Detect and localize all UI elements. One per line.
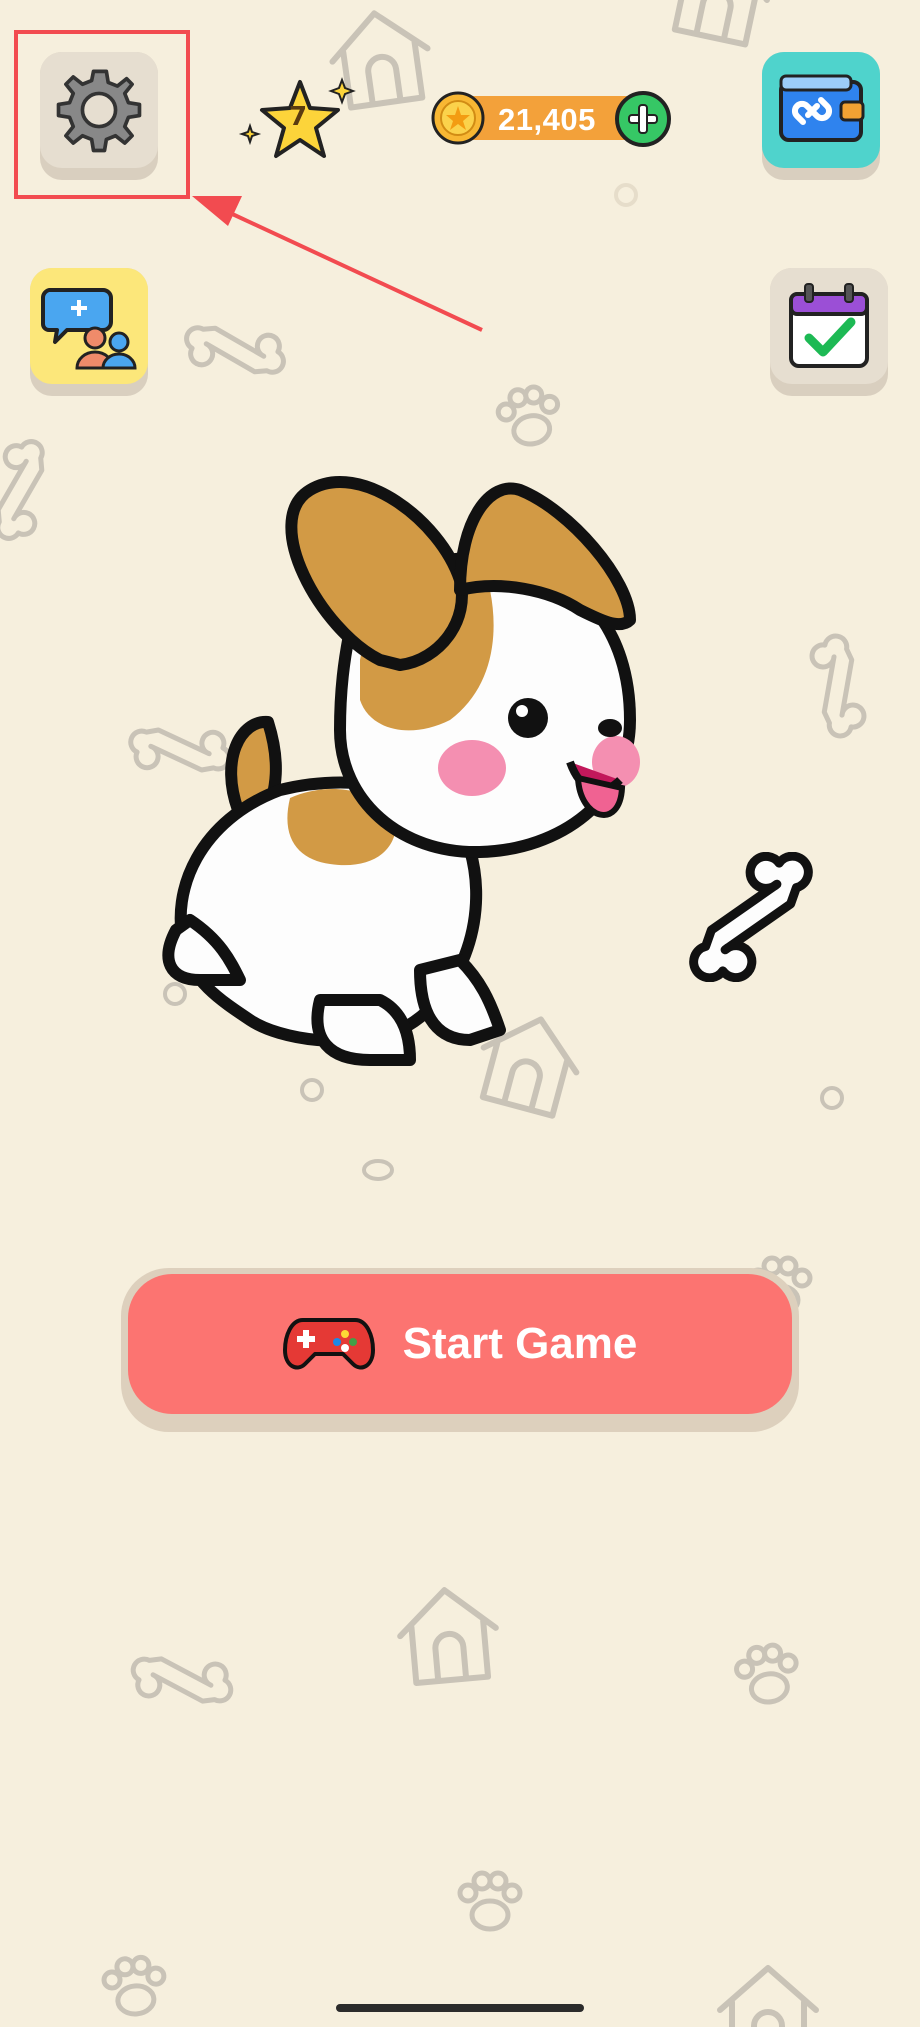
daily-checkin-button[interactable] [770,268,888,396]
invite-friends-button[interactable] [30,268,148,396]
coin-icon [431,91,485,145]
home-indicator[interactable] [336,2004,584,2012]
coin-amount: 21,405 [498,102,596,137]
wallet-button[interactable] [762,52,880,180]
level-value: 7 [288,102,308,132]
gamepad-icon [282,1318,375,1370]
add-coins-button[interactable] [614,90,672,148]
bone-icon [689,852,813,982]
start-game-label: Start Game [402,1319,638,1368]
wallet-link-icon [779,74,865,142]
add-friends-chat-icon [41,288,137,370]
puppy-illustration [162,476,640,1066]
calendar-check-icon [789,283,869,368]
start-game-button[interactable]: Start Game [128,1274,792,1414]
